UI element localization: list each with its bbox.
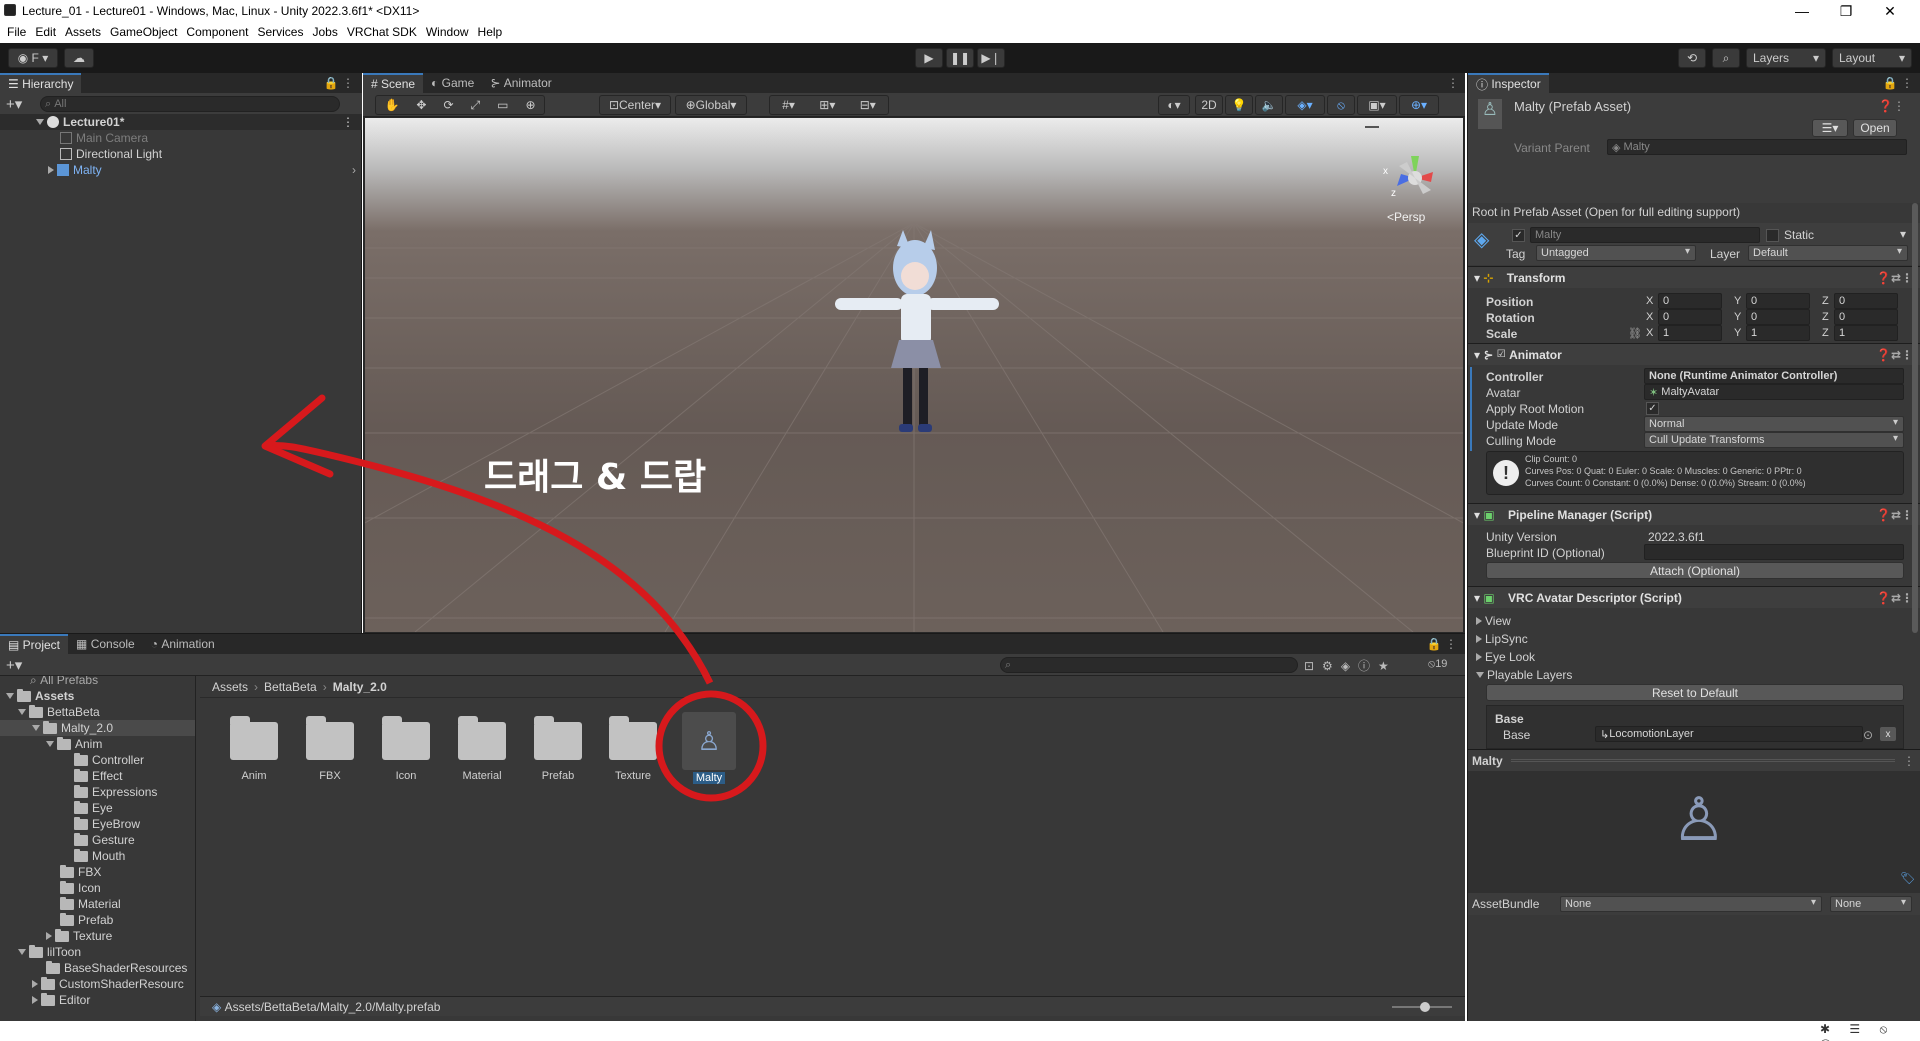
variant-parent-label: Variant Parent xyxy=(1514,141,1590,155)
position-label: Position xyxy=(1486,295,1534,309)
component-menu-icon: ❓⇄⋮ xyxy=(1876,507,1913,522)
label-tag-icon[interactable]: 🏷 xyxy=(1900,871,1915,885)
info-icon: ! xyxy=(1493,460,1519,486)
position-x-field[interactable]: 0 xyxy=(1658,293,1722,309)
drag-drop-annotation: 드래그 & 드랍 xyxy=(484,457,707,498)
pipeline-manager-header[interactable]: ▾ ▣ Pipeline Manager (Script) ❓⇄⋮ xyxy=(1468,503,1920,525)
preview-menu-icon: ⋮ xyxy=(1903,753,1915,768)
rotation-z-field[interactable]: 0 xyxy=(1834,309,1898,325)
controller-field[interactable]: None (Runtime Animator Controller) xyxy=(1644,368,1904,384)
apply-root-motion-label: Apply Root Motion xyxy=(1486,402,1585,416)
blueprint-id-field[interactable] xyxy=(1644,544,1904,560)
culling-mode-label: Culling Mode xyxy=(1486,434,1557,448)
component-menu-icon: ❓⇄⋮ xyxy=(1876,270,1913,285)
base-layers-box: Base Base ↳ LocomotionLayer ⊙ x xyxy=(1486,705,1904,749)
unity-version-value: 2022.3.6f1 xyxy=(1648,530,1705,544)
inspector-panel: ⓘ Inspector 🔒 ⋮ ♙ Malty (Prefab Asset) ❓… xyxy=(1467,73,1920,1021)
tag-label: Tag xyxy=(1506,247,1526,261)
component-menu-icon: ❓⇄⋮ xyxy=(1876,590,1913,605)
static-label: Static xyxy=(1784,228,1815,242)
position-y-field[interactable]: 0 xyxy=(1746,293,1810,309)
inspector-header: ♙ Malty (Prefab Asset) ❓⋮ ☰▾ Open Varian… xyxy=(1468,93,1920,203)
animator-enabled-checkbox: ☑ xyxy=(1496,349,1506,360)
help-icon[interactable]: ❓⋮ xyxy=(1878,99,1905,113)
overrides-dropdown[interactable]: ☰▾ xyxy=(1812,119,1848,137)
rotation-y-field[interactable]: 0 xyxy=(1746,309,1810,325)
gameobject-cube-icon: ◈ xyxy=(1474,229,1490,251)
inspector-scrollbar[interactable] xyxy=(1912,203,1918,633)
assetbundle-label: AssetBundle xyxy=(1472,897,1540,911)
reset-to-default-button[interactable]: Reset to Default xyxy=(1486,684,1904,701)
culling-mode-dropdown[interactable]: Cull Update Transforms xyxy=(1644,432,1904,448)
base-header: Base xyxy=(1495,712,1524,726)
assetbundle-dropdown[interactable]: None xyxy=(1560,896,1822,912)
blueprint-id-label: Blueprint ID (Optional) xyxy=(1486,546,1605,560)
rotation-x-field[interactable]: 0 xyxy=(1658,309,1722,325)
variant-parent-field: ◈ Malty xyxy=(1607,139,1907,155)
unity-version-label: Unity Version xyxy=(1486,530,1557,544)
scale-y-field[interactable]: 1 xyxy=(1746,325,1810,341)
vrc-view-foldout[interactable]: View xyxy=(1476,613,1511,629)
transform-header[interactable]: ▾ ⊹ Transform ❓⇄⋮ xyxy=(1468,266,1920,288)
base-label: Base xyxy=(1503,728,1531,742)
update-mode-dropdown[interactable]: Normal xyxy=(1644,416,1904,432)
tag-dropdown[interactable]: Untagged xyxy=(1536,245,1696,261)
vrc-playable-layers-foldout[interactable]: Playable Layers xyxy=(1476,667,1572,683)
avatar-preview-icon: ♙ xyxy=(1672,786,1726,853)
avatar-label: Avatar xyxy=(1486,386,1521,400)
avatar-field[interactable]: ✶ MaltyAvatar xyxy=(1644,384,1904,400)
attach-button[interactable]: Attach (Optional) xyxy=(1486,562,1904,579)
base-layer-field[interactable]: ↳ LocomotionLayer xyxy=(1595,726,1863,742)
static-dropdown-icon[interactable]: ▾ xyxy=(1900,227,1906,241)
assetbundle-variant-dropdown[interactable]: None xyxy=(1830,896,1912,912)
active-checkbox[interactable]: ✓ xyxy=(1512,229,1525,242)
position-z-field[interactable]: 0 xyxy=(1834,293,1898,309)
apply-root-motion-checkbox[interactable]: ✓ xyxy=(1646,402,1659,415)
vrc-avatar-descriptor-header[interactable]: ▾ ▣ VRC Avatar Descriptor (Script) ❓⇄⋮ xyxy=(1468,586,1920,608)
prefab-icon: ♙ xyxy=(1478,99,1502,129)
animator-header[interactable]: ▾ ⊱ ☑ Animator ❓⇄⋮ xyxy=(1468,343,1920,365)
inspector-tabbar: ⓘ Inspector 🔒 ⋮ xyxy=(1468,73,1920,93)
assetbundle-bar: AssetBundle None None xyxy=(1468,893,1920,915)
preview-area: ♙ 🏷 xyxy=(1468,771,1920,893)
constrain-scale-icon[interactable]: ⛓ xyxy=(1628,327,1642,340)
transform-icon: ⊹ xyxy=(1483,270,1494,285)
gameobject-name-field[interactable]: Malty xyxy=(1530,227,1760,243)
static-checkbox[interactable] xyxy=(1766,229,1779,242)
scale-label: Scale xyxy=(1486,327,1518,341)
layer-label: Layer xyxy=(1710,247,1741,261)
script-icon: ▣ xyxy=(1483,507,1495,522)
drag-arrowhead xyxy=(261,394,334,478)
gameobject-header: ◈ ✓ Malty Static ▾ Tag Untagged Layer De… xyxy=(1468,223,1920,265)
tab-inspector[interactable]: ⓘ Inspector xyxy=(1468,73,1549,93)
component-menu-icon: ❓⇄⋮ xyxy=(1876,347,1913,362)
object-picker-icon[interactable]: ⊙ xyxy=(1863,728,1873,742)
preview-header[interactable]: Malty ⋮ xyxy=(1468,749,1920,771)
layer-dropdown[interactable]: Default xyxy=(1748,245,1908,261)
scale-x-field[interactable]: 1 xyxy=(1658,325,1722,341)
rotation-label: Rotation xyxy=(1486,311,1535,325)
update-mode-label: Update Mode xyxy=(1486,418,1559,432)
clear-button[interactable]: x xyxy=(1879,726,1897,742)
vrc-lipsync-foldout[interactable]: LipSync xyxy=(1476,631,1528,647)
animator-icon: ⊱ xyxy=(1483,347,1494,362)
controller-label: Controller xyxy=(1486,370,1544,384)
panel-menu-icon[interactable]: 🔒 ⋮ xyxy=(1883,76,1913,90)
inspector-object-name: Malty (Prefab Asset) xyxy=(1514,99,1632,114)
vrc-eyelook-foldout[interactable]: Eye Look xyxy=(1476,649,1535,665)
open-prefab-button[interactable]: Open xyxy=(1853,119,1897,137)
override-marker xyxy=(1470,367,1472,451)
animator-info-box: ! Clip Count: 0 Curves Pos: 0 Quat: 0 Eu… xyxy=(1486,451,1904,495)
malty-highlight-circle xyxy=(655,690,767,802)
script-icon: ▣ xyxy=(1483,590,1495,605)
root-prefab-note: Root in Prefab Asset (Open for full edit… xyxy=(1472,205,1741,219)
scale-z-field[interactable]: 1 xyxy=(1834,325,1898,341)
